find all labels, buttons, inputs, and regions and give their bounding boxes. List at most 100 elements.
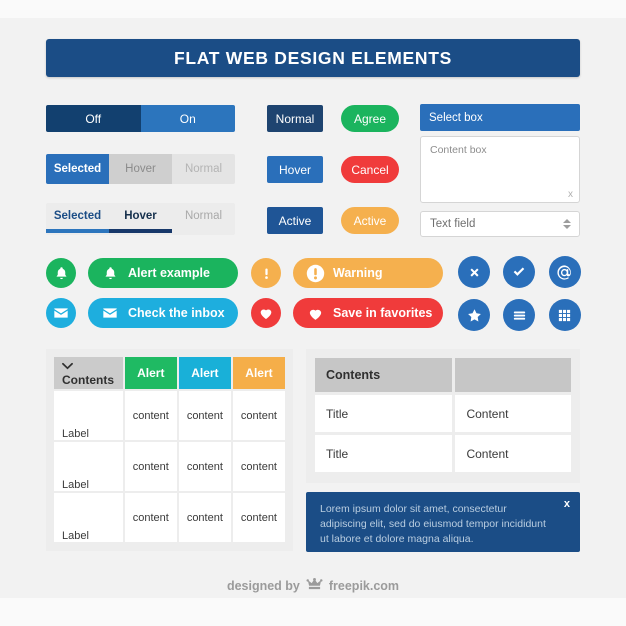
table-header-row: Contents	[315, 358, 571, 392]
text-field-label: Text field	[430, 218, 476, 230]
cell-content: content	[124, 391, 177, 440]
envelope-icon-badge[interactable]	[46, 298, 76, 328]
cell-title: Title	[315, 395, 453, 432]
tab-underline-selected[interactable]: Selected	[46, 203, 109, 229]
button-normal[interactable]: Normal	[267, 105, 323, 132]
footer-prefix: designed by	[226, 578, 300, 593]
resize-handle-icon[interactable]: x	[568, 189, 573, 200]
menu-icon-button[interactable]	[503, 299, 536, 331]
alert-box-text: Lorem ipsum dolor sit amet, consectetur …	[320, 503, 546, 546]
table-row: Label content content content	[54, 391, 285, 440]
table-row: Title Content	[315, 395, 571, 432]
x-icon	[469, 267, 479, 277]
button-agree[interactable]: Agree	[341, 105, 399, 132]
tabs-underline-row: Selected Hover Normal	[46, 203, 235, 229]
select-box[interactable]: Select box	[420, 104, 580, 131]
content-box[interactable]: Content box x	[420, 136, 580, 203]
check-inbox-button[interactable]: Check the inbox	[88, 298, 238, 328]
table-body: Label content content content Label cont…	[54, 391, 285, 542]
tab-hover[interactable]: Hover	[109, 154, 172, 184]
heart-icon	[260, 309, 272, 319]
crown-icon	[306, 578, 323, 593]
table-head: Contents	[315, 358, 571, 392]
save-favorites-label: Save in favorites	[333, 306, 433, 320]
tabs-underline-indicator	[46, 229, 235, 233]
tab-normal[interactable]: Normal	[172, 154, 235, 184]
tabs-filled[interactable]: Selected Hover Normal	[46, 154, 235, 184]
table-header-blank[interactable]	[455, 358, 571, 392]
envelope-icon	[100, 303, 120, 323]
tabs-underline[interactable]: Selected Hover Normal	[46, 203, 235, 235]
cell-content: content	[124, 493, 177, 542]
tab-selected[interactable]: Selected	[46, 154, 109, 184]
heart-icon-badge[interactable]	[251, 298, 281, 328]
page-header: FLAT WEB DESIGN ELEMENTS	[46, 39, 580, 77]
cell-content: content	[178, 493, 231, 542]
close-icon-button[interactable]	[458, 256, 490, 288]
design-sheet: FLAT WEB DESIGN ELEMENTS Off On Selected…	[0, 0, 626, 626]
indicator-hover	[109, 229, 172, 233]
grid-icon	[559, 309, 571, 321]
round-icon-grid	[458, 256, 582, 336]
toggle-off-segment[interactable]: Off	[46, 105, 141, 132]
button-cancel[interactable]: Cancel	[341, 156, 399, 183]
cell-content: content	[232, 442, 285, 491]
toggle-on-segment[interactable]: On	[140, 105, 235, 132]
table-row: Label content content content	[54, 493, 285, 542]
toggle-onoff[interactable]: Off On	[46, 105, 235, 132]
exclamation-circle-icon	[305, 263, 325, 283]
bell-icon	[56, 266, 66, 279]
table-panel-left: Contents Alert Alert Alert Label content…	[46, 349, 293, 551]
cell-content: content	[178, 391, 231, 440]
page-title: FLAT WEB DESIGN ELEMENTS	[173, 47, 452, 68]
table-header-contents[interactable]: Contents	[315, 358, 453, 392]
heart-icon	[305, 303, 325, 323]
warning-icon-badge[interactable]	[251, 258, 281, 288]
bell-icon	[100, 263, 120, 283]
table-header-contents[interactable]: Contents	[54, 357, 123, 389]
cell-content: Content	[455, 395, 571, 432]
cell-content: content	[178, 442, 231, 491]
spinner-down-icon[interactable]	[563, 225, 571, 229]
table-header-alert-green[interactable]: Alert	[124, 357, 177, 389]
button-active-pill[interactable]: Active	[341, 207, 399, 234]
at-icon-button[interactable]	[548, 256, 581, 288]
close-icon[interactable]: x	[564, 498, 570, 510]
hamburger-menu-icon	[513, 310, 525, 320]
envelope-icon	[54, 308, 68, 318]
footer-brand: freepik.com	[328, 578, 400, 593]
table-header-alert-cyan[interactable]: Alert	[178, 357, 231, 389]
indicator-selected	[46, 229, 109, 233]
table-row: Title Content	[315, 435, 571, 472]
button-active[interactable]: Active	[267, 207, 323, 234]
check-inbox-label: Check the inbox	[128, 306, 225, 320]
exclamation-icon	[264, 268, 268, 279]
warning-label: Warning	[333, 266, 383, 280]
save-favorites-button[interactable]: Save in favorites	[293, 298, 443, 328]
warning-button[interactable]: Warning	[293, 258, 443, 288]
cell-title: Title	[315, 435, 453, 472]
text-field[interactable]: Text field	[420, 211, 580, 237]
data-table-left: Contents Alert Alert Alert Label content…	[52, 355, 287, 544]
cell-label: Label	[54, 391, 123, 440]
grid-icon-button[interactable]	[548, 299, 581, 331]
indicator-normal	[172, 229, 235, 233]
tab-underline-normal[interactable]: Normal	[172, 203, 235, 229]
alert-example-button[interactable]: Alert example	[88, 258, 238, 288]
spinner-icon[interactable]	[563, 219, 571, 229]
bell-icon-badge[interactable]	[46, 258, 76, 288]
chevron-down-icon[interactable]	[62, 359, 73, 373]
star-icon-button[interactable]	[458, 299, 490, 331]
at-icon	[557, 264, 572, 280]
spinner-up-icon[interactable]	[563, 219, 571, 223]
table-header-contents-label: Contents	[62, 373, 114, 388]
footer: designed by freepik.com	[0, 578, 626, 593]
data-table-right: Contents Title Content Title Content	[312, 355, 574, 475]
table-header-alert-orange[interactable]: Alert	[232, 357, 285, 389]
star-icon	[467, 308, 481, 321]
button-hover[interactable]: Hover	[267, 156, 323, 183]
check-icon	[513, 267, 525, 276]
tab-underline-hover[interactable]: Hover	[109, 203, 172, 229]
cell-content: content	[232, 391, 285, 440]
check-icon-button[interactable]	[503, 256, 536, 288]
